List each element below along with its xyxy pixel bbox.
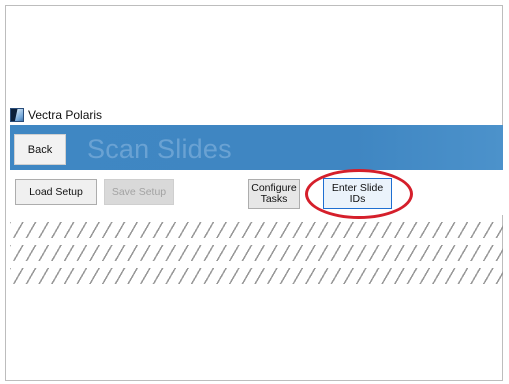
save-setup-button[interactable]: Save Setup xyxy=(104,179,174,205)
window-title-bar: Vectra Polaris xyxy=(10,106,102,124)
slide-slot-row xyxy=(10,268,503,284)
vectra-polaris-app-icon xyxy=(10,108,24,122)
enter-slide-ids-button[interactable]: Enter Slide IDs xyxy=(323,178,392,209)
header-band xyxy=(10,125,503,170)
page-title: Scan Slides xyxy=(87,134,232,164)
load-setup-button[interactable]: Load Setup xyxy=(15,179,97,205)
app-title: Vectra Polaris xyxy=(28,108,103,122)
slide-slot-row xyxy=(10,245,503,261)
configure-tasks-button[interactable]: Configure Tasks xyxy=(248,179,300,209)
back-button[interactable]: Back xyxy=(14,134,66,165)
slide-slot-row xyxy=(10,222,503,238)
